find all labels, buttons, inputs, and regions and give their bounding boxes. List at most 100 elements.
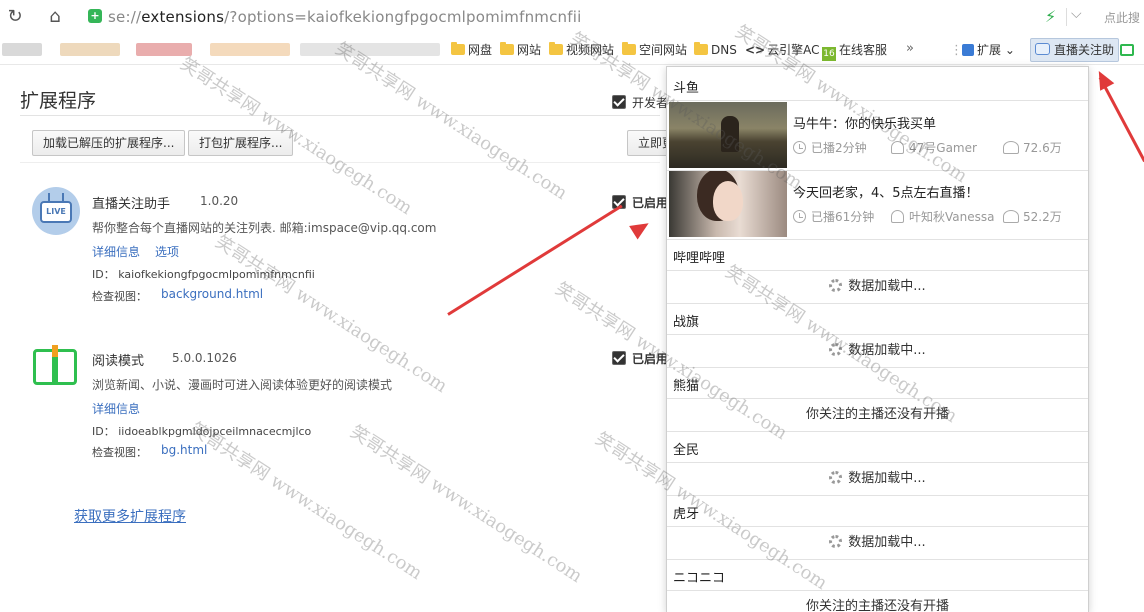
platform-title-quanmin: 全民 [673,443,700,458]
extension-icon [962,44,974,56]
divider [20,115,660,116]
bookmark-link[interactable]: 16 在线客服 [822,41,887,61]
folder-icon [622,42,636,55]
users-icon [1003,210,1019,223]
options-link[interactable]: 选项 [155,243,179,260]
more-bookmarks-button[interactable]: » [906,41,914,56]
antenna-shape [48,193,64,201]
loading-status: 数据加载中... [667,467,1088,486]
annotation-arrow [1098,76,1144,163]
divider [1066,8,1067,26]
divider [667,559,1088,560]
secure-page-icon: + [88,9,102,23]
address-bar[interactable]: + se://extensions/?options=kaiofkekiongf… [80,4,1040,30]
live-follow-popup: 斗鱼 马牛牛：你的快乐我买单 已播2分钟 47号Gamer 72.6万 今天回老… [666,66,1089,612]
inspect-view-link[interactable]: background.html [161,287,263,301]
watermark: 笑哥共享网 www.xiaogegh.com [346,421,586,588]
extension-version: 1.0.20 [200,194,239,208]
blurred-bookmark [2,43,42,56]
divider [667,303,1088,304]
tv-icon [1035,43,1050,55]
divider [667,334,1088,335]
stream-duration: 已播2分钟 [793,139,867,156]
streamer-name: 叶知秋Vanessa [891,208,994,225]
url-text[interactable]: se://extensions/?options=kaiofkekiongfpg… [108,8,581,26]
reader-mode-icon[interactable] [1120,44,1134,56]
loading-spinner-icon [829,535,843,548]
extension-version: 5.0.0.1026 [172,351,237,365]
load-unpacked-button[interactable]: 加载已解压的扩展程序... [32,130,186,156]
bookmark-folder[interactable]: DNS [694,41,737,59]
divider [20,162,660,163]
bookmark-folder[interactable]: 网站 [500,41,541,59]
details-link[interactable]: 详细信息 [92,400,140,417]
loading-spinner-icon [829,279,843,292]
platform-title-bilibili: 哔哩哔哩 [673,251,726,266]
extension-id: ID： kaiofkekiongfpgocmlpomimfnmcnfii [92,268,315,281]
bookmark-link[interactable]: <> 云引擎AC [745,41,820,59]
live-follow-extension-button[interactable]: 直播关注助 [1030,38,1120,62]
service-16-icon: 16 [822,47,836,61]
loading-spinner-icon [829,343,843,356]
platform-title-niconico: ニコニコ [673,571,726,586]
checkbox-checked-icon[interactable] [612,351,626,365]
reload-icon[interactable]: ↻ [4,6,26,28]
details-link[interactable]: 详细信息 [92,243,140,260]
watermark: 笑哥共享网 www.xiaogegh.com [211,231,451,398]
stream-title: 马牛牛：你的快乐我买单 [793,117,937,132]
loading-status: 数据加载中... [667,339,1088,358]
stream-item[interactable]: 马牛牛：你的快乐我买单 已播2分钟 47号Gamer 72.6万 [667,101,1088,169]
user-icon [891,210,904,223]
tv-live-icon: LIVE [32,187,80,235]
divider [667,431,1088,432]
extensions-menu-button[interactable]: 扩展 ⌄ [962,41,1015,58]
blurred-bookmark [60,43,120,56]
inspect-view-link[interactable]: bg.html [161,443,207,457]
extension-description: 浏览新闻、小说、漫画时可进入阅读体验更好的阅读模式 [92,378,393,392]
extension-name: 阅读模式 [92,354,145,369]
divider [667,270,1088,271]
loading-status: 数据加载中... [667,531,1088,550]
stream-title: 今天回老家，4、5点左右直播！ [793,186,979,201]
divider [667,462,1088,463]
loading-spinner-icon [829,471,843,484]
stream-thumbnail[interactable] [669,171,787,237]
search-box[interactable]: 点此搜 [1104,9,1140,26]
divider [667,398,1088,399]
bookmark-folder[interactable]: 网盘 [451,41,492,59]
stream-item[interactable]: 今天回老家，4、5点左右直播！ 已播61分钟 叶知秋Vanessa 52.2万 [667,170,1088,238]
bookmark-folder[interactable]: 空间网站 [622,41,687,59]
chevron-down-icon[interactable]: ⌵ [1071,6,1082,22]
clock-icon [793,141,806,154]
pack-extension-button[interactable]: 打包扩展程序... [188,130,294,156]
live-label: LIVE [40,201,72,223]
page-title: 扩展程序 [20,90,97,112]
annotation-arrow [447,204,623,316]
developer-mode-toggle[interactable]: 开发者 [612,94,668,111]
platform-title-zhanqi: 战旗 [673,315,700,330]
extension-description: 帮你整合每个直播网站的关注列表. 邮箱:imspace@vip.qq.com [92,221,437,235]
empty-status: 你关注的主播还没有开播 [805,407,949,422]
clock-icon [793,210,806,223]
blurred-bookmark [136,43,192,56]
folder-icon [694,42,708,55]
stream-thumbnail[interactable] [669,102,787,168]
inspect-views-label: 检查视图： [92,446,147,459]
book-right-page [55,349,77,385]
folder-icon [451,42,465,55]
get-more-extensions-link[interactable]: 获取更多扩展程序 [74,506,186,526]
enabled-toggle[interactable]: 已启用 [612,350,668,367]
folder-icon [549,42,563,55]
home-icon[interactable]: ⌂ [44,6,66,28]
extension-name: 直播关注助手 [92,197,171,212]
bookmark-folder[interactable]: 视频网站 [549,41,614,59]
checkbox-checked-icon[interactable] [612,95,626,109]
divider [667,495,1088,496]
book-icon [32,345,80,389]
platform-title-huya: 虎牙 [673,507,700,522]
annotation-arrow-head [1091,67,1115,91]
blurred-bookmark [300,43,440,56]
viewer-count: 72.6万 [1003,139,1062,156]
speed-mode-icon[interactable]: ⚡ [1045,7,1056,26]
blurred-bookmark [210,43,290,56]
